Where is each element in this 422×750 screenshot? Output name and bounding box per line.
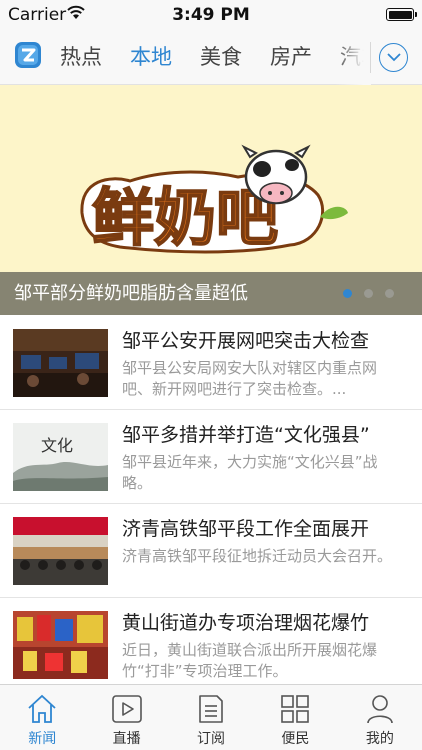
news-item[interactable]: 济青高铁邹平段工作全面展开 济青高铁邹平段征地拆迁动员大会召开。 (0, 504, 422, 598)
news-summary: 济青高铁邹平段征地拆迁动员大会召开。 (122, 547, 393, 565)
expand-channels-button[interactable] (379, 43, 408, 72)
channel-tab-realestate[interactable]: 房产 (270, 30, 312, 85)
news-thumbnail (13, 517, 108, 585)
tab-me[interactable]: 我的 (338, 685, 422, 750)
news-item[interactable]: 邹平公安开展网吧突击大检查 邹平县公安局网安大队对辖区内重点网吧、新开网吧进行了… (0, 316, 422, 410)
news-title: 黄山街道办专项治理烟花爆竹 (122, 612, 370, 634)
news-list: 邹平公安开展网吧突击大检查 邹平县公安局网安大队对辖区内重点网吧、新开网吧进行了… (0, 316, 422, 684)
tab-live[interactable]: 直播 (84, 685, 168, 750)
news-title: 邹平多措并举打造“文化强县” (122, 424, 370, 446)
status-bar: Carrier 3:49 PM (0, 0, 422, 30)
news-summary: 邹平县近年来，大力实施“文化兴县”战略。 (122, 453, 378, 492)
grid-icon (281, 695, 310, 723)
page-dot[interactable] (364, 289, 373, 298)
news-summary: 邹平县公安局网安大队对辖区内重点网吧、新开网吧进行了突击检查。... (122, 359, 378, 398)
bottom-tab-bar: 新闻 直播 订阅 便民 我的 (0, 684, 422, 750)
page-dot[interactable] (385, 289, 394, 298)
tab-subscribe[interactable]: 订阅 (169, 685, 253, 750)
battery-icon (386, 8, 417, 21)
tab-services[interactable]: 便民 (253, 685, 337, 750)
featured-banner[interactable]: 鲜奶吧 邹平部分鲜奶吧脂肪含量超低 (0, 85, 422, 315)
news-item[interactable]: 文化 邹平多措并举打造“文化强县” 邹平县近年来，大力实施“文化兴县”战略。 (0, 410, 422, 504)
news-summary: 近日，黄山街道联合派出所开展烟花爆竹“打非”专项治理工作。 (122, 641, 378, 680)
document-icon (199, 695, 223, 723)
channel-tab-local[interactable]: 本地 (130, 30, 172, 85)
tab-label: 新闻 (28, 731, 57, 747)
tab-label: 便民 (281, 731, 310, 747)
play-icon (111, 695, 142, 723)
tab-label: 我的 (365, 731, 394, 747)
chevron-down-icon (386, 53, 401, 62)
news-title: 济青高铁邹平段工作全面展开 (122, 518, 370, 540)
tab-label: 订阅 (197, 731, 226, 747)
news-thumbnail (13, 611, 108, 679)
news-item[interactable]: 黄山街道办专项治理烟花爆竹 近日，黄山街道联合派出所开展烟花爆竹“打非”专项治理… (0, 598, 422, 684)
svg-text:文化: 文化 (41, 436, 73, 455)
home-icon (28, 694, 56, 723)
page-dot[interactable] (343, 289, 352, 298)
pagination-dots (343, 289, 394, 298)
divider (370, 42, 371, 73)
channel-tab-hot[interactable]: 热点 (60, 30, 102, 85)
banner-image: 鲜奶吧 (0, 85, 422, 275)
news-thumbnail (13, 329, 108, 397)
news-title: 邹平公安开展网吧突击大检查 (122, 330, 370, 352)
tab-label: 直播 (112, 731, 141, 747)
person-icon (367, 695, 393, 724)
news-thumbnail: 文化 (13, 423, 108, 491)
channel-bar: 热点本地美食房产汽车 (0, 30, 422, 85)
channel-tab-food[interactable]: 美食 (200, 30, 242, 85)
app-logo-icon (15, 42, 41, 68)
tab-news[interactable]: 新闻 (0, 685, 84, 750)
channel-tabs: 热点本地美食房产汽车 (48, 30, 370, 85)
status-time: 3:49 PM (172, 5, 250, 25)
banner-caption: 邹平部分鲜奶吧脂肪含量超低 (14, 283, 248, 304)
banner-caption-bar: 邹平部分鲜奶吧脂肪含量超低 (0, 272, 422, 315)
